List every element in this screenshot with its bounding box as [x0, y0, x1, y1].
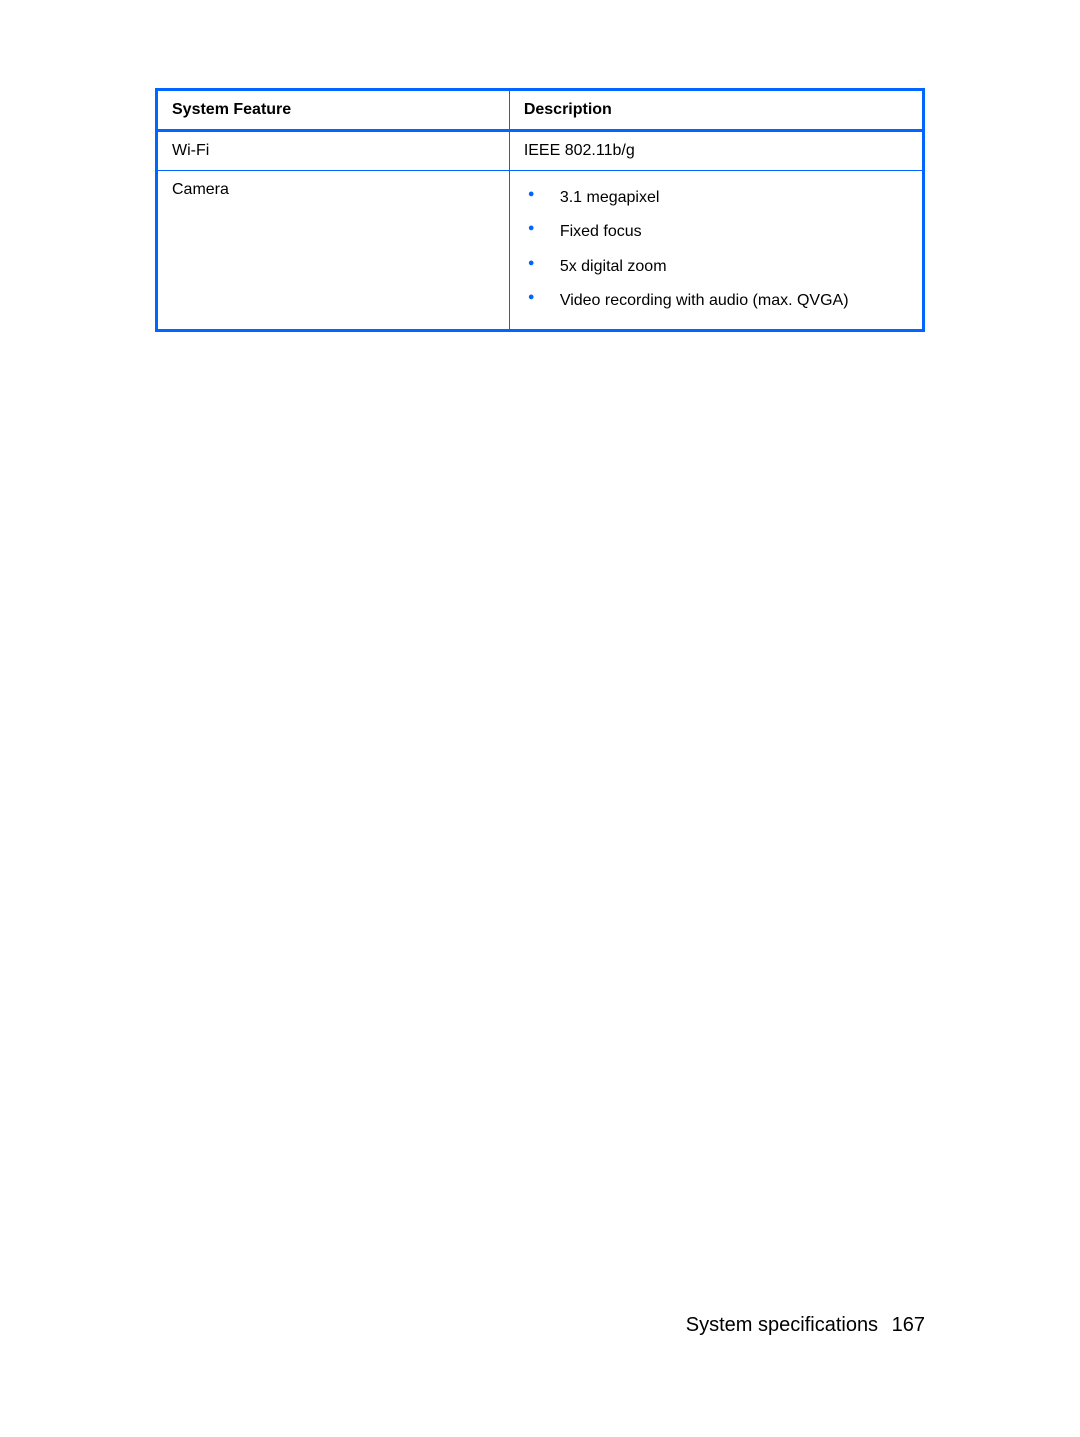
- cell-feature: Camera: [157, 171, 510, 331]
- header-system-feature: System Feature: [157, 90, 510, 131]
- header-description: Description: [509, 90, 923, 131]
- list-item: Fixed focus: [524, 215, 908, 249]
- page-footer: System specifications 167: [686, 1314, 925, 1337]
- cell-feature: Wi-Fi: [157, 131, 510, 171]
- list-item: Video recording with audio (max. QVGA): [524, 284, 908, 318]
- specifications-table: System Feature Description Wi-Fi IEEE 80…: [155, 88, 925, 332]
- table-row: Wi-Fi IEEE 802.11b/g: [157, 131, 924, 171]
- footer-page-number: 167: [892, 1314, 925, 1336]
- list-item: 5x digital zoom: [524, 250, 908, 284]
- list-item: 3.1 megapixel: [524, 181, 908, 215]
- document-page: System Feature Description Wi-Fi IEEE 80…: [0, 0, 1080, 332]
- table-row: Camera 3.1 megapixel Fixed focus 5x digi…: [157, 171, 924, 331]
- cell-description: 3.1 megapixel Fixed focus 5x digital zoo…: [509, 171, 923, 331]
- camera-features-list: 3.1 megapixel Fixed focus 5x digital zoo…: [524, 181, 908, 319]
- table-header-row: System Feature Description: [157, 90, 924, 131]
- footer-section-title: System specifications: [686, 1314, 878, 1336]
- cell-description: IEEE 802.11b/g: [509, 131, 923, 171]
